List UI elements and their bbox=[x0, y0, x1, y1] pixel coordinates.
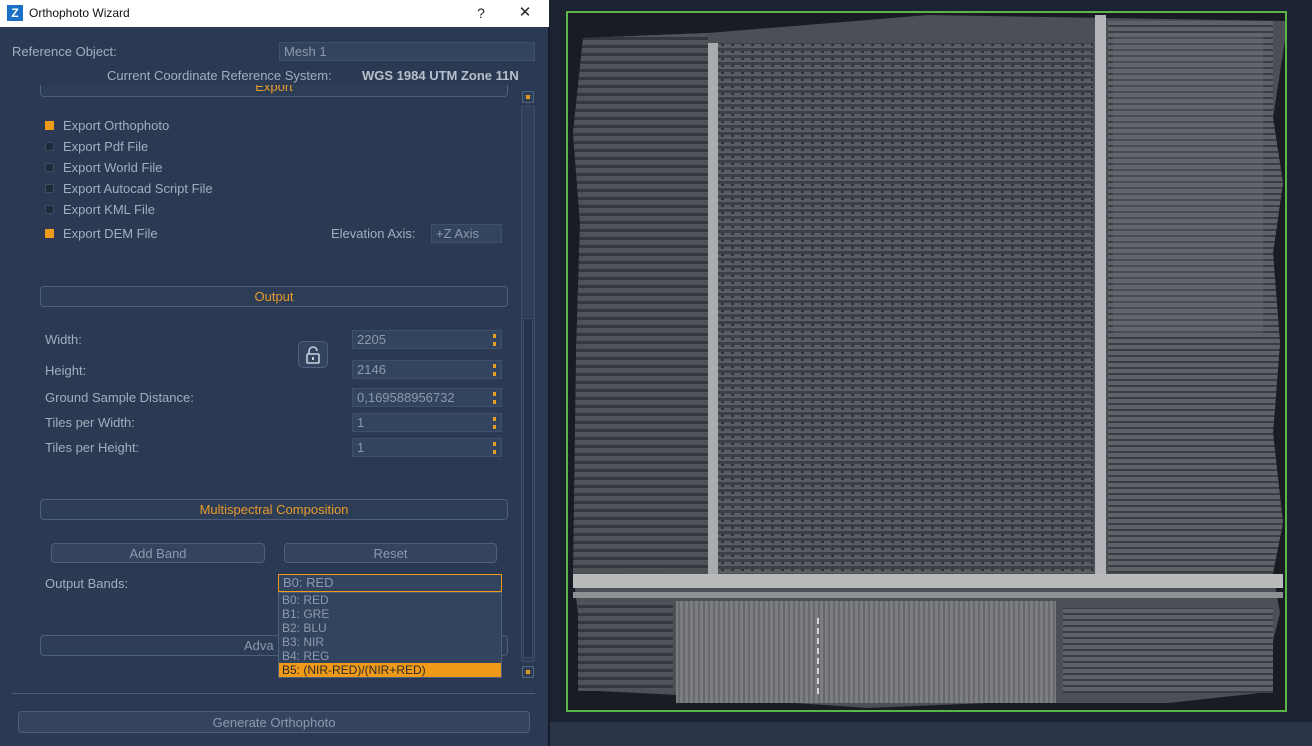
scroll-down-button[interactable] bbox=[522, 666, 534, 678]
output-bands-select[interactable]: B0: RED bbox=[278, 574, 502, 592]
export-autocad-checkbox[interactable] bbox=[45, 184, 54, 193]
export-section-clip: Export bbox=[40, 85, 508, 97]
band-option-b0[interactable]: B0: RED bbox=[279, 593, 501, 607]
width-label: Width: bbox=[45, 332, 82, 347]
export-dem-label: Export DEM File bbox=[63, 226, 158, 241]
scrollbar-thumb[interactable] bbox=[523, 318, 533, 658]
elevation-axis-label: Elevation Axis: bbox=[331, 226, 416, 241]
add-band-button[interactable]: Add Band bbox=[51, 543, 265, 563]
window-title: Orthophoto Wizard bbox=[29, 6, 130, 20]
height-value: 2146 bbox=[357, 362, 386, 377]
generate-orthophoto-button[interactable]: Generate Orthophoto bbox=[18, 711, 530, 733]
band-option-b2[interactable]: B2: BLU bbox=[279, 621, 501, 635]
gsd-value: 0,169588956732 bbox=[357, 390, 455, 405]
band-option-b1[interactable]: B1: GRE bbox=[279, 607, 501, 621]
output-section-header: Output bbox=[40, 286, 508, 307]
orthophoto-image bbox=[573, 15, 1285, 708]
tiles-width-label: Tiles per Width: bbox=[45, 415, 135, 430]
close-button[interactable]: ✕ bbox=[512, 3, 538, 23]
export-world-label: Export World File bbox=[63, 160, 163, 175]
crs-value: WGS 1984 UTM Zone 11N bbox=[362, 68, 519, 83]
band-option-b5[interactable]: B5: (NIR-RED)/(NIR+RED) bbox=[279, 663, 501, 677]
tiles-width-input[interactable]: 1 bbox=[352, 413, 502, 432]
export-pdf-label: Export Pdf File bbox=[63, 139, 149, 154]
help-button[interactable]: ? bbox=[469, 3, 493, 23]
reference-object-label: Reference Object: bbox=[12, 44, 117, 59]
tiles-height-input[interactable]: 1 bbox=[352, 438, 502, 457]
advanced-section-label: Adva bbox=[244, 638, 274, 653]
gsd-input[interactable]: 0,169588956732 bbox=[352, 388, 502, 407]
tiles-width-spinner-icon[interactable] bbox=[493, 417, 496, 429]
scroll-up-button[interactable] bbox=[522, 91, 534, 103]
export-dem-checkbox[interactable] bbox=[45, 229, 54, 238]
elevation-axis-select[interactable]: +Z Axis bbox=[431, 224, 502, 243]
tiles-width-value: 1 bbox=[357, 415, 365, 430]
multispectral-section-header: Multispectral Composition bbox=[40, 499, 508, 520]
width-value: 2205 bbox=[357, 332, 386, 347]
reference-object-field[interactable]: Mesh 1 bbox=[279, 42, 535, 61]
export-pdf-checkbox[interactable] bbox=[45, 142, 54, 151]
app-icon: Z bbox=[7, 5, 23, 21]
lock-icon bbox=[306, 346, 320, 364]
band-option-b3[interactable]: B3: NIR bbox=[279, 635, 501, 649]
output-bands-label: Output Bands: bbox=[45, 576, 129, 591]
gsd-spinner-icon[interactable] bbox=[493, 392, 496, 404]
orthophoto-preview[interactable] bbox=[566, 11, 1287, 712]
gsd-label: Ground Sample Distance: bbox=[45, 390, 194, 405]
band-option-b4[interactable]: B4: REG bbox=[279, 649, 501, 663]
reset-button[interactable]: Reset bbox=[284, 543, 497, 563]
export-world-checkbox[interactable] bbox=[45, 163, 54, 172]
export-autocad-label: Export Autocad Script File bbox=[63, 181, 213, 196]
tiles-height-value: 1 bbox=[357, 440, 365, 455]
footer-divider bbox=[12, 693, 535, 694]
height-input[interactable]: 2146 bbox=[352, 360, 502, 379]
width-spinner-icon[interactable] bbox=[493, 334, 496, 346]
tiles-height-label: Tiles per Height: bbox=[45, 440, 140, 455]
tiles-height-spinner-icon[interactable] bbox=[493, 442, 496, 454]
viewport-footer-bar bbox=[550, 722, 1312, 746]
export-kml-label: Export KML File bbox=[63, 202, 155, 217]
output-bands-dropdown[interactable]: B0: RED B1: GRE B2: BLU B3: NIR B4: REG … bbox=[278, 592, 502, 678]
export-section-header: Export bbox=[40, 85, 508, 97]
export-orthophoto-label: Export Orthophoto bbox=[63, 118, 170, 133]
height-label: Height: bbox=[45, 363, 87, 378]
height-spinner-icon[interactable] bbox=[493, 364, 496, 376]
lock-aspect-button[interactable] bbox=[298, 341, 328, 368]
export-kml-checkbox[interactable] bbox=[45, 205, 54, 214]
export-orthophoto-checkbox[interactable] bbox=[45, 121, 54, 130]
window-titlebar: Z Orthophoto Wizard ? ✕ bbox=[0, 0, 549, 27]
width-input[interactable]: 2205 bbox=[352, 330, 502, 349]
crs-label: Current Coordinate Reference System: bbox=[107, 68, 332, 83]
